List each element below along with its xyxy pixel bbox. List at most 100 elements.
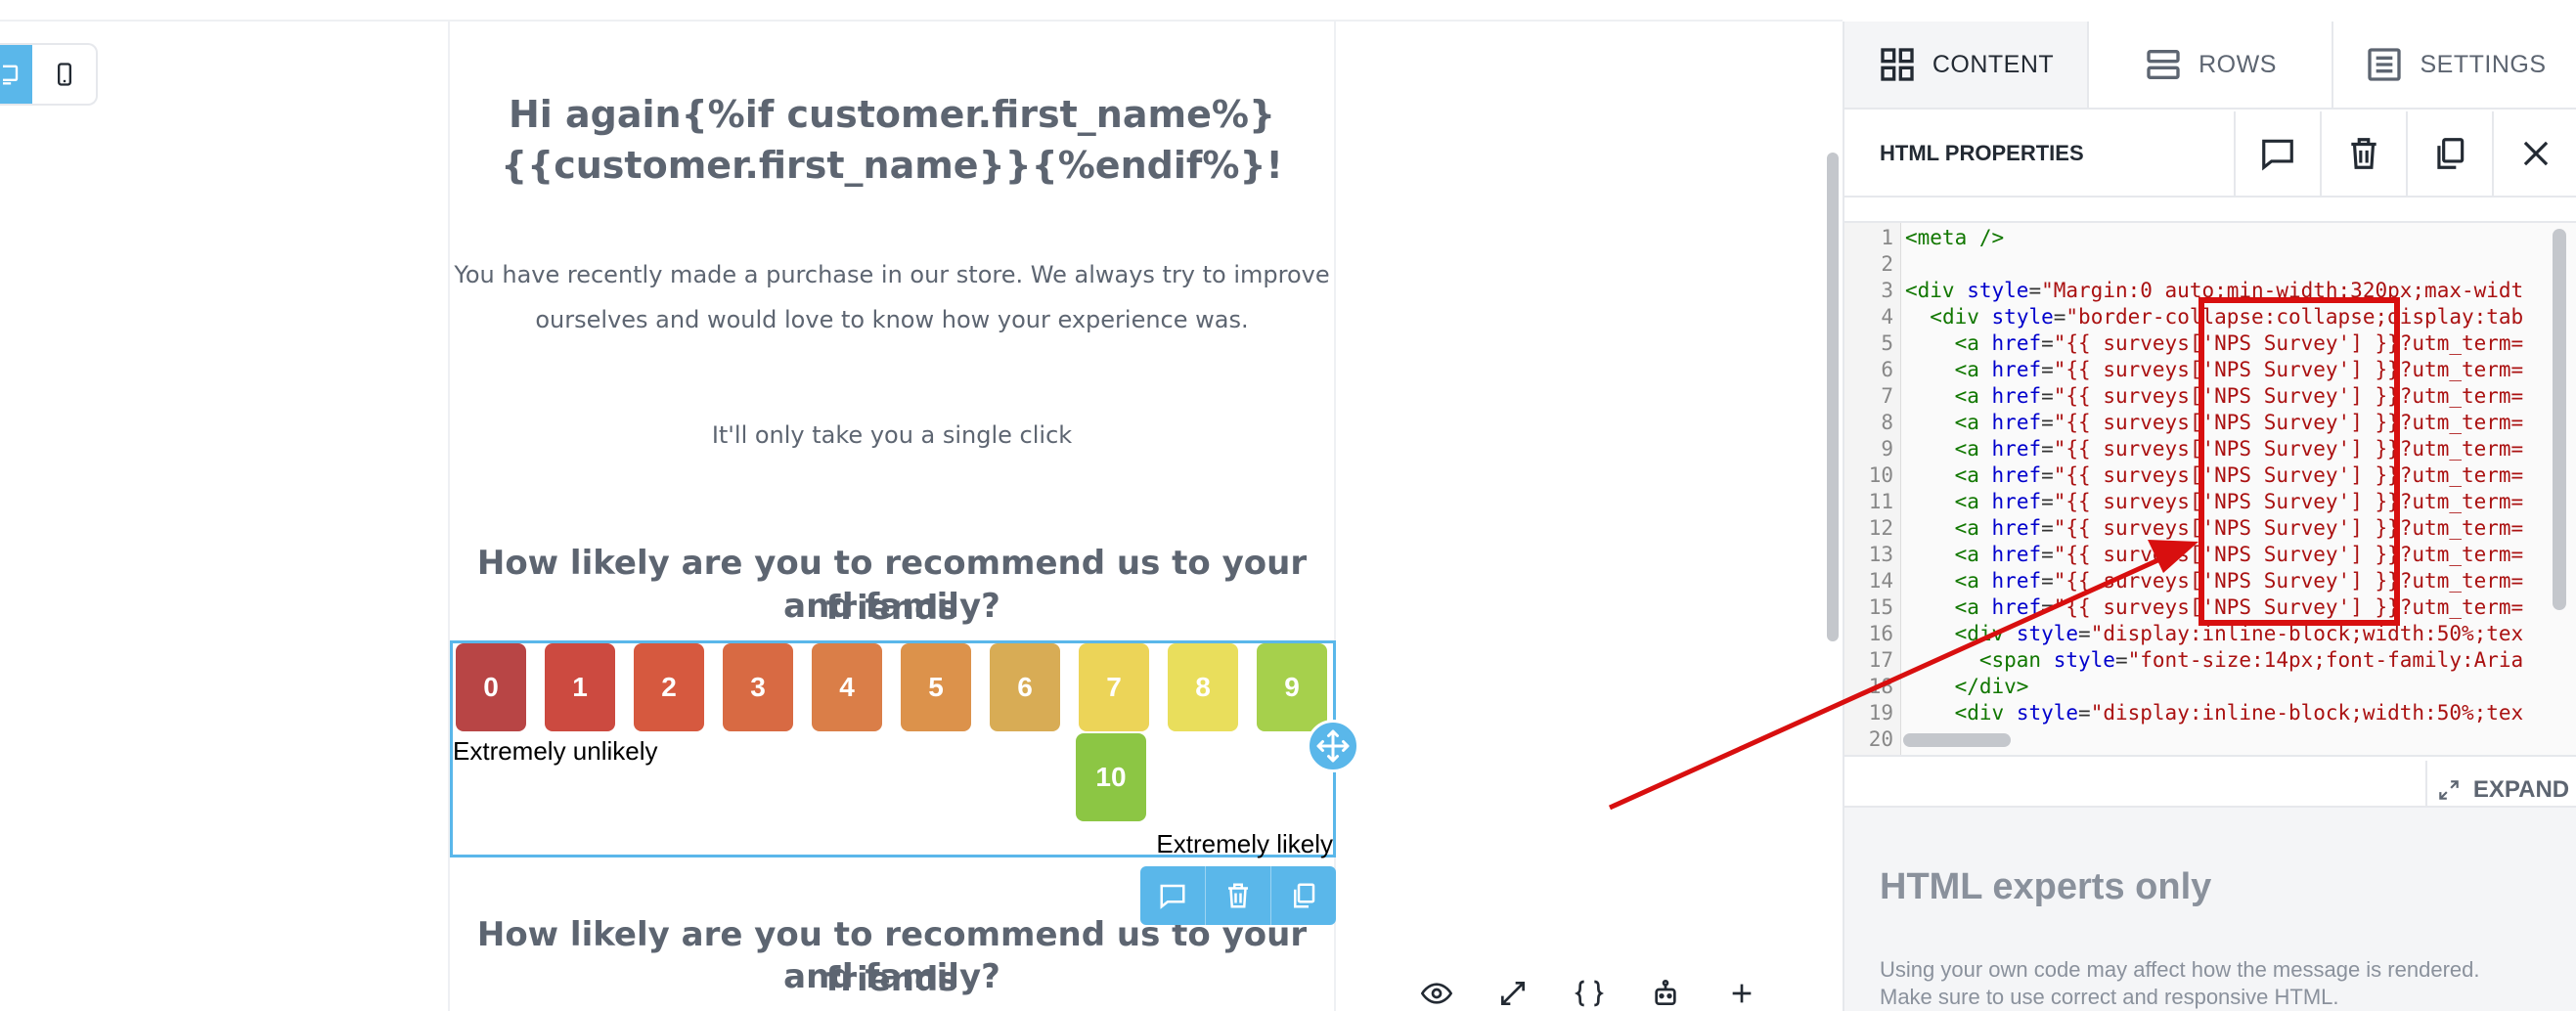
nps-score-button-10[interactable]: 10: [1076, 733, 1146, 821]
line-number: 20: [1868, 727, 1893, 751]
move-icon: [1316, 729, 1350, 763]
tab-settings-label: SETTINGS: [2420, 50, 2547, 78]
line-number: 1: [1881, 226, 1893, 249]
fullscreen-button[interactable]: [1475, 978, 1551, 1011]
code-line: 12 <a href="{{ surveys['NPS Survey'] }}?…: [1844, 515, 2576, 542]
html-properties-title: HTML PROPERTIES: [1880, 141, 2084, 165]
code-line: 7 <a href="{{ surveys['NPS Survey'] }}?u…: [1844, 383, 2576, 410]
html-code-editor[interactable]: 1 <meta /> 2 3 <div style="Margin:0 auto;min…: [1844, 221, 2576, 757]
preview-button[interactable]: [1399, 978, 1475, 1011]
move-block-handle[interactable]: [1307, 720, 1359, 772]
braces-icon: [1575, 980, 1604, 1007]
line-number: 19: [1868, 701, 1893, 725]
code-text: <span style="font-size:14px;font-family:…: [1978, 648, 2524, 672]
block-duplicate-button[interactable]: [1271, 866, 1336, 925]
code-text: <a href="{{ surveys['NPS Survey'] }}?utm…: [1954, 569, 2524, 593]
single-click-text[interactable]: It'll only take you a single click: [450, 413, 1334, 458]
code-line: 4 <div style="border-collapse:collapse;d…: [1844, 304, 2576, 330]
duplicate-icon: [2437, 138, 2465, 169]
tab-settings[interactable]: SETTINGS: [2333, 22, 2576, 108]
line-number: 8: [1881, 411, 1893, 434]
line-number: 12: [1868, 516, 1893, 540]
canvas-scrollbar[interactable]: [1827, 153, 1839, 641]
block-comment-button[interactable]: [1140, 866, 1206, 925]
trash-icon: [2351, 138, 2376, 169]
comment-icon: [1160, 884, 1185, 909]
ai-assistant-button[interactable]: [1627, 978, 1704, 1011]
block-actions-toolbar: [1140, 866, 1336, 925]
fullscreen-icon: [1501, 982, 1525, 1005]
line-number: 18: [1868, 675, 1893, 698]
eye-icon: [1421, 983, 1452, 1004]
code-line: 2: [1844, 251, 2576, 278]
line-number: 16: [1868, 622, 1893, 645]
code-text: <a href="{{ surveys['NPS Survey'] }}?utm…: [1954, 463, 2524, 487]
nps-high-label: Extremely likely: [1156, 829, 1333, 858]
code-text: <a href="{{ surveys['NPS Survey'] }}?utm…: [1954, 411, 2524, 434]
duplicate-icon: [1294, 883, 1315, 908]
nps-low-label: Extremely unlikely: [453, 736, 658, 766]
merge-tags-button[interactable]: [1551, 978, 1627, 1011]
nps-question2-line2[interactable]: and family?: [450, 954, 1334, 999]
nps-score-button-3[interactable]: 3: [723, 643, 793, 731]
nps-score-button-5[interactable]: 5: [901, 643, 971, 731]
rows-icon: [2147, 50, 2180, 80]
code-text: <div style="border-collapse:collapse;dis…: [1930, 305, 2524, 329]
email-body: Hi again{%if customer.first_name%} {{cus…: [448, 22, 1336, 1011]
nps-score-button-2[interactable]: 2: [634, 643, 704, 731]
experts-description: Using your own code may affect how the m…: [1880, 956, 2554, 1011]
grid-icon: [1881, 48, 1914, 81]
tab-content-label: CONTENT: [1932, 50, 2055, 78]
code-text: <a href="{{ surveys['NPS Survey'] }}?utm…: [1954, 331, 2524, 355]
line-number: 9: [1881, 437, 1893, 461]
line-number: 14: [1868, 569, 1893, 593]
intro-text-line2[interactable]: ourselves and would love to know how you…: [450, 297, 1334, 342]
tab-content[interactable]: CONTENT: [1844, 22, 2089, 108]
nps-score-button-8[interactable]: 8: [1168, 643, 1238, 731]
properties-delete-button[interactable]: [2320, 111, 2406, 196]
tab-rows[interactable]: ROWS: [2089, 22, 2333, 108]
robot-icon: [1655, 980, 1676, 1005]
add-button[interactable]: [1704, 978, 1780, 1011]
nps-score-button-0[interactable]: 0: [456, 643, 526, 731]
nps-score-button-9[interactable]: 9: [1257, 643, 1327, 731]
nps-question-line2[interactable]: and family?: [450, 584, 1334, 629]
code-line: 11 <a href="{{ surveys['NPS Survey'] }}?…: [1844, 489, 2576, 515]
code-line: 13 <a href="{{ surveys['NPS Survey'] }}?…: [1844, 542, 2576, 568]
code-vertical-scrollbar[interactable]: [2553, 229, 2566, 610]
nps-score-button-6[interactable]: 6: [990, 643, 1060, 731]
block-delete-button[interactable]: [1206, 866, 1271, 925]
code-line: 14 <a href="{{ surveys['NPS Survey'] }}?…: [1844, 568, 2576, 594]
greeting-heading-line1[interactable]: Hi again{%if customer.first_name%}: [450, 88, 1334, 141]
properties-comment-button[interactable]: [2234, 111, 2320, 196]
code-line: 17 <span style="font-size:14px;font-fami…: [1844, 647, 2576, 674]
desktop-icon: [2, 65, 18, 85]
nps-score-button-1[interactable]: 1: [545, 643, 615, 731]
expand-label: EXPAND: [2472, 776, 2570, 803]
mobile-icon: [57, 63, 71, 86]
code-line: 10 <a href="{{ surveys['NPS Survey'] }}?…: [1844, 462, 2576, 489]
html-experts-notice: HTML experts only Using your own code ma…: [1844, 806, 2576, 1011]
code-horizontal-scrollbar[interactable]: [1903, 733, 2011, 747]
nps-block[interactable]: 0 1 2 3 4 5 6 7 8 9 10 Extremely unlikely Extremel…: [450, 640, 1336, 858]
properties-panel: CONTENT ROWS SETTINGS HTML PROPERTIES 1 <…: [1843, 22, 2576, 1011]
code-line: 3 <div style="Margin:0 auto;min-width:320…: [1844, 278, 2576, 304]
nps-score-button-4[interactable]: 4: [812, 643, 882, 731]
code-line: 8 <a href="{{ surveys['NPS Survey'] }}?u…: [1844, 410, 2576, 436]
code-text: <a href="{{ surveys['NPS Survey'] }}?utm…: [1954, 516, 2524, 540]
code-line: 16 <div style="display:inline-block;widt…: [1844, 621, 2576, 647]
html-properties-header: HTML PROPERTIES: [1844, 111, 2576, 198]
properties-close-button[interactable]: [2492, 111, 2576, 196]
properties-duplicate-button[interactable]: [2406, 111, 2492, 196]
code-line: 9 <a href="{{ surveys['NPS Survey'] }}?u…: [1844, 436, 2576, 462]
mobile-view-button[interactable]: [32, 45, 96, 104]
experts-description-line2: Make sure to use correct and responsive …: [1880, 985, 2339, 1009]
line-number: 11: [1868, 490, 1893, 513]
line-number: 17: [1868, 648, 1893, 672]
code-line: 5 <a href="{{ surveys['NPS Survey'] }}?u…: [1844, 330, 2576, 357]
panel-tabs: CONTENT ROWS SETTINGS: [1844, 22, 2576, 110]
nps-score-button-7[interactable]: 7: [1079, 643, 1149, 731]
greeting-heading-line2[interactable]: {{customer.first_name}}{%endif%}!: [450, 139, 1334, 192]
desktop-view-button[interactable]: [0, 45, 33, 104]
intro-text-line1[interactable]: You have recently made a purchase in our…: [450, 252, 1334, 297]
